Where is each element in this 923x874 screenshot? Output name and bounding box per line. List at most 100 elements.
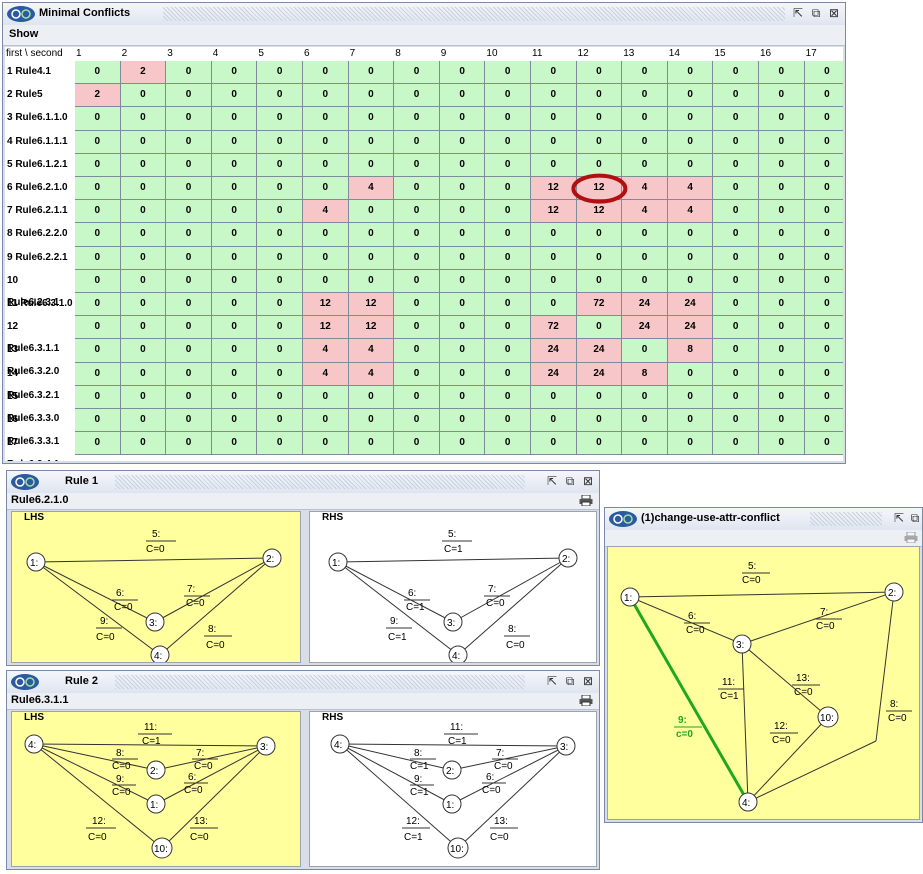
maximize-icon[interactable]: ⧉: [563, 474, 577, 488]
graph-node[interactable]: 2:: [442, 760, 462, 780]
minimize-icon[interactable]: ⇱: [892, 511, 906, 525]
graph-node[interactable]: 4:: [150, 645, 170, 663]
edge-label: 12:: [406, 816, 420, 827]
app-logo-icon: [609, 511, 637, 527]
graph-node[interactable]: 1:: [442, 794, 462, 814]
printer-icon[interactable]: [579, 695, 593, 706]
svg-text:3:: 3:: [736, 640, 744, 651]
maximize-icon[interactable]: ⧉: [563, 674, 577, 688]
minimize-icon[interactable]: ⇱: [545, 474, 559, 488]
maximize-icon[interactable]: ⧉: [809, 6, 823, 20]
svg-text:10:: 10:: [154, 844, 168, 855]
graph-node[interactable]: 4:: [330, 734, 350, 754]
close-icon[interactable]: ⊠: [827, 6, 841, 20]
lhs-graph: 11: C=1 8: C=0 7: C=0 9: C=0 6: C=0 12: …: [24, 722, 276, 859]
printer-icon[interactable]: [579, 495, 593, 506]
conflict-graph: 5: C=0 6: C=0 7: C=0 13: C=0 11: C=1 12:…: [620, 561, 912, 812]
svg-text:1:: 1:: [30, 558, 38, 569]
edge-label: 13:: [494, 816, 508, 827]
rhs-graph: 11: C=1 8: C=1 7: C=0 9: C=1 6: C=0 12: …: [330, 722, 576, 859]
title-bar[interactable]: Minimal Conflicts ⇱ ⧉ ⊠: [3, 3, 845, 26]
title-bar[interactable]: (1)change-use-attr-conflict ⇱ ⧉: [605, 508, 922, 531]
edge-label: 5:: [152, 529, 160, 540]
edge-label: 6:: [688, 611, 696, 622]
edge-cond: C=0: [112, 761, 131, 772]
conflict-graph-panel: 5: C=0 6: C=0 7: C=0 13: C=0 11: C=1 12:…: [607, 546, 920, 820]
edge-label: 6:: [116, 588, 124, 599]
graph-node[interactable]: 10:: [447, 837, 469, 859]
edge-label: 7:: [187, 584, 195, 595]
graph-node[interactable]: 2:: [884, 582, 904, 602]
edge-cond: C=1: [404, 832, 423, 843]
graph-node[interactable]: 3:: [443, 612, 463, 632]
rule-name-bar: Rule6.2.1.0: [7, 493, 599, 510]
rhs-panel: RHS 11: C=1 8: C=1 7: C=0 9: C=1 6: C=0 …: [309, 711, 597, 867]
edge-cond: C=1: [410, 761, 429, 772]
graph-node[interactable]: 1:: [26, 552, 46, 572]
svg-text:4:: 4:: [154, 651, 162, 662]
svg-text:2:: 2:: [888, 588, 896, 599]
graph-node[interactable]: 10:: [151, 837, 173, 859]
graph-node[interactable]: 4:: [738, 792, 758, 812]
graph-node[interactable]: 3:: [732, 634, 752, 654]
edge-cond: C=0: [114, 602, 133, 613]
window-title: Rule 2: [65, 675, 99, 687]
conflict-matrix: first \ second 1 2 3 4 5 6 7 8 9 10 11 12 13 14 15 16 17 1…: [5, 47, 843, 461]
edge-cond: C=0: [194, 761, 213, 772]
edge-cond: C=0: [96, 632, 115, 643]
graph-node[interactable]: 2:: [262, 548, 282, 568]
conflict-edge-label: 9:: [678, 715, 687, 726]
printer-icon[interactable]: [904, 532, 918, 543]
edge-label: 13:: [796, 673, 810, 684]
minimize-icon[interactable]: ⇱: [545, 674, 559, 688]
close-icon[interactable]: ⊠: [581, 674, 595, 688]
graph-node[interactable]: 2:: [146, 760, 166, 780]
rule2-window: Rule 2 ⇱ ⧉ ⊠ Rule6.3.1.1 LHS 11: C=1 8:: [6, 670, 600, 870]
close-icon[interactable]: ⊠: [581, 474, 595, 488]
edge-cond: C=1: [388, 632, 407, 643]
svg-text:4:: 4:: [742, 798, 750, 809]
svg-text:2:: 2:: [150, 766, 158, 777]
title-bar[interactable]: Rule 1 ⇱ ⧉ ⊠: [7, 471, 599, 494]
graph-node[interactable]: 10:: [817, 706, 839, 728]
rhs-panel: RHS 5: C=1 6: C=1 7: C=0 8: C=0 9: C=1 1…: [309, 511, 597, 663]
maximize-icon[interactable]: ⧉: [908, 511, 922, 525]
svg-text:1:: 1:: [446, 800, 454, 811]
graph-node[interactable]: 4:: [448, 645, 468, 663]
svg-text:2:: 2:: [446, 766, 454, 777]
graph-node[interactable]: 4:: [24, 734, 44, 754]
minimal-conflicts-window: Minimal Conflicts ⇱ ⧉ ⊠ Show first \ sec…: [2, 2, 846, 464]
graph-node[interactable]: 1:: [328, 552, 348, 572]
graph-node[interactable]: 3:: [256, 736, 276, 756]
edge-label: 6:: [486, 772, 494, 783]
title-bar[interactable]: Rule 2 ⇱ ⧉ ⊠: [7, 671, 599, 694]
graph-node[interactable]: 3:: [556, 736, 576, 756]
conflict-window: (1)change-use-attr-conflict ⇱ ⧉ 5: C=0 6…: [604, 507, 923, 823]
show-menu[interactable]: Show: [9, 28, 38, 40]
graph-node[interactable]: 1:: [146, 794, 166, 814]
edge-label: 12:: [92, 816, 106, 827]
edge-cond: C=0: [742, 575, 761, 586]
toolbar: [605, 530, 922, 547]
edge-cond: C=0: [88, 832, 107, 843]
graph-node[interactable]: 2:: [558, 548, 578, 568]
minimize-icon[interactable]: ⇱: [791, 6, 805, 20]
graph-node[interactable]: 3:: [145, 612, 165, 632]
edge-cond: C=0: [184, 785, 203, 796]
svg-text:2:: 2:: [562, 554, 570, 565]
svg-text:1:: 1:: [332, 558, 340, 569]
graph-node[interactable]: 1:: [620, 587, 640, 607]
edge-cond: C=0: [482, 785, 501, 796]
edge-cond: C=0: [772, 735, 791, 746]
edge-label: 11:: [450, 722, 463, 733]
edge-cond: C=0: [794, 687, 813, 698]
lhs-panel: LHS 11: C=1 8: C=0 7: C=0 9: C=0 6: C=0 …: [11, 711, 301, 867]
edge-cond: C=1: [410, 787, 429, 798]
svg-text:3:: 3:: [447, 618, 455, 629]
edge-cond: C=0: [146, 544, 165, 555]
edge-label: 7:: [196, 748, 204, 759]
edge-label: 8:: [208, 624, 216, 635]
svg-text:3:: 3:: [149, 618, 157, 629]
edge-label: 9:: [100, 616, 108, 627]
edge-label: 5:: [748, 561, 756, 572]
